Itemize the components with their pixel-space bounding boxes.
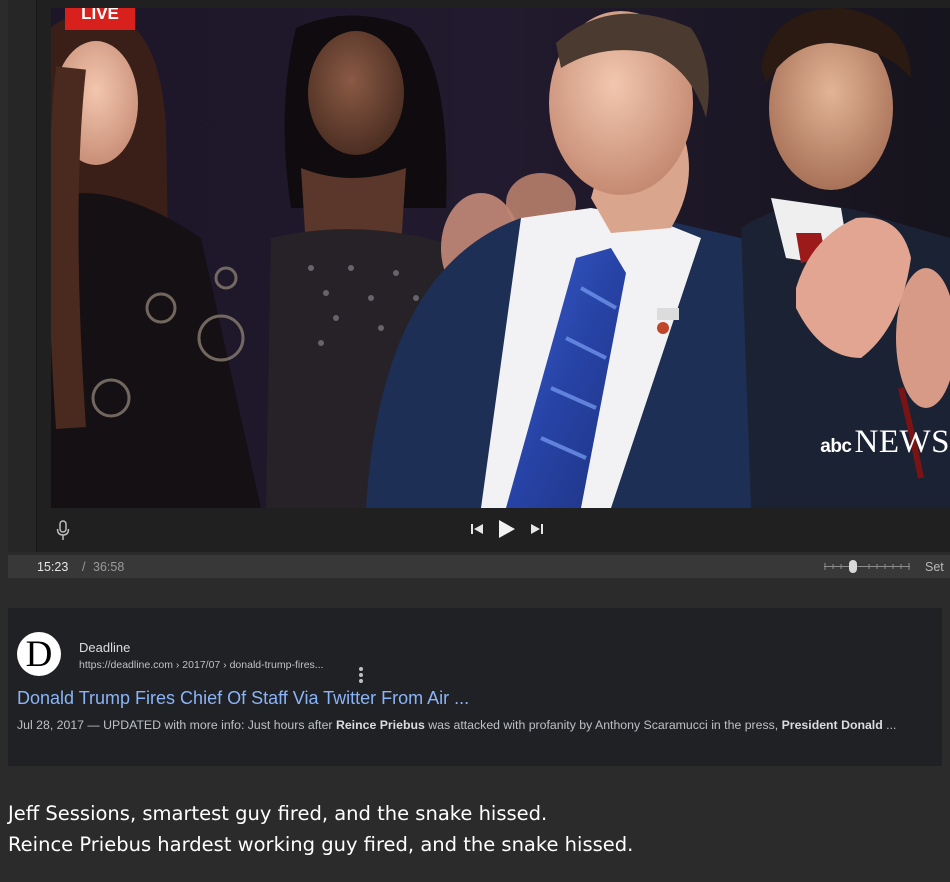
video-frame[interactable]: LIVE abc NEWS: [51, 8, 950, 508]
snippet-bold-2: President Donald: [781, 718, 883, 732]
player-side-strip: [8, 0, 37, 552]
caption: Jeff Sessions, smartest guy fired, and t…: [8, 798, 633, 860]
live-badge: LIVE: [65, 8, 135, 30]
current-time: 15:23: [37, 560, 69, 574]
caption-line-1: Jeff Sessions, smartest guy fired, and t…: [8, 802, 548, 825]
page: LIVE abc NEWS 15:23 / 36:58 Set D Deadli…: [0, 0, 950, 882]
result-snippet: Jul 28, 2017 — UPDATED with more info: J…: [17, 718, 896, 732]
site-name[interactable]: Deadline: [79, 640, 130, 655]
transport-controls: [470, 519, 544, 544]
play-icon[interactable]: [498, 519, 516, 544]
speed-scrubber[interactable]: [823, 559, 911, 574]
time-bar: 15:23 / 36:58 Set: [8, 555, 950, 578]
skip-next-icon[interactable]: [530, 522, 544, 541]
snippet-text-1: Jul 28, 2017 — UPDATED with more info: J…: [17, 718, 336, 732]
search-result-card: D Deadline https://deadline.com › 2017/0…: [8, 608, 942, 766]
more-options-icon[interactable]: [358, 666, 364, 684]
skip-previous-icon[interactable]: [470, 522, 484, 541]
network-logo: abc NEWS: [820, 424, 950, 461]
snippet-bold-1: Reince Priebus: [335, 718, 425, 732]
time-separator: /: [82, 560, 86, 574]
site-url[interactable]: https://deadline.com › 2017/07 › donald-…: [79, 659, 324, 671]
microphone-icon[interactable]: [55, 520, 71, 542]
site-logo: D: [17, 632, 61, 676]
result-title-link[interactable]: Donald Trump Fires Chief Of Staff Via Tw…: [17, 688, 469, 709]
total-time: 36:58: [93, 560, 125, 574]
network-logo-news: NEWS: [854, 424, 950, 460]
snippet-text-2: was attacked with profanity by Anthony S…: [424, 718, 782, 732]
caption-line-2: Reince Priebus hardest working guy fired…: [8, 833, 634, 856]
video-scene: [51, 8, 950, 508]
video-player[interactable]: LIVE abc NEWS: [8, 0, 950, 552]
snippet-text-3: ...: [882, 718, 897, 732]
network-logo-abc: abc: [820, 436, 852, 457]
settings-button[interactable]: Set: [925, 560, 944, 574]
